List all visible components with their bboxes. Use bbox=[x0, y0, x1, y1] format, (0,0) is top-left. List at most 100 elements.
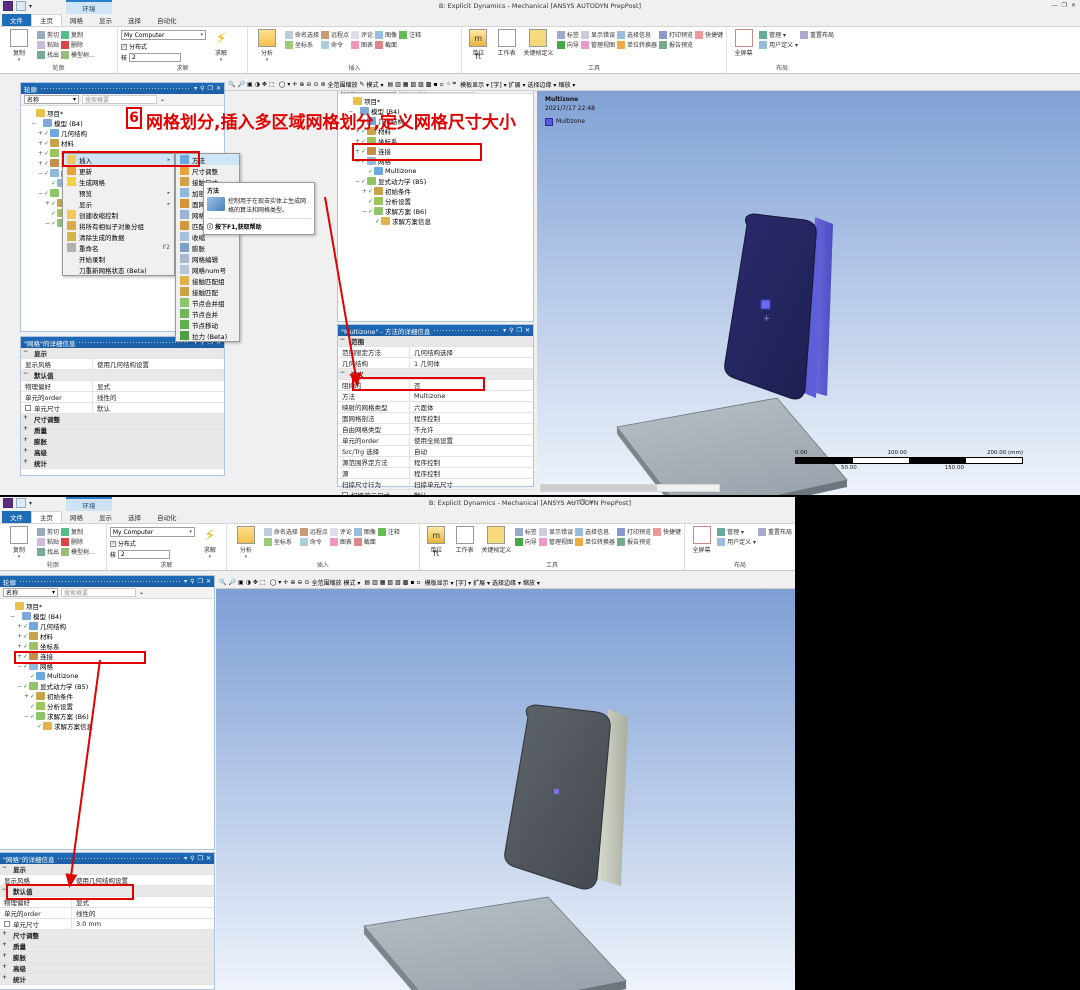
property-row[interactable]: 单元的order 线性的 bbox=[21, 392, 224, 403]
expand-collapse-icon[interactable]: + bbox=[0, 952, 9, 962]
property-group-header[interactable]: − 显示 bbox=[21, 348, 224, 359]
graphics-toolbar-item-2[interactable]: [字] ▾ bbox=[491, 80, 507, 89]
property-group-header[interactable]: + 膨胀 bbox=[0, 952, 214, 963]
tab-file[interactable]: 文件 bbox=[2, 14, 31, 26]
fit-icon[interactable]: ◯ bbox=[279, 81, 286, 88]
property-value[interactable]: 自动 bbox=[410, 446, 533, 456]
cores-input[interactable]: 2 bbox=[129, 53, 182, 62]
menu-item[interactable]: 网格编辑 bbox=[176, 253, 239, 264]
fullscreen-button[interactable]: 全屏幕 bbox=[730, 28, 757, 57]
bottom-distributed-checkbox[interactable]: ✓ 分布式 bbox=[109, 539, 195, 548]
property-row[interactable]: 单元的order 线性的 bbox=[0, 908, 214, 919]
expand-collapse-icon[interactable]: − bbox=[0, 864, 9, 874]
graphics-toolbar-top[interactable]: 🔍 🔎 ▣ ◑ ✥ ⬚ ◯ ▾ ✛ ⊕ ⊖ ⊙ ⊛ 全范围缩放 ✎ 模式 ▾ ▤… bbox=[225, 78, 1080, 91]
coordinate-system-button[interactable]: 坐标系 bbox=[285, 40, 319, 49]
graphics-toolbar-item-5[interactable]: 缩放 ▾ bbox=[558, 80, 575, 89]
bottom-tag-button[interactable]: 标签 bbox=[514, 527, 537, 536]
property-value[interactable]: 程序控制 bbox=[410, 468, 533, 478]
tree-expander-icon[interactable]: − bbox=[354, 178, 361, 185]
view-icon-5[interactable]: ▨ bbox=[418, 81, 424, 88]
details-grid-left[interactable]: − 显示 显示风格 使用几何结构设置 − 默认值 物理偏好 显式 单元的order 线性的 单元尺寸… bbox=[21, 348, 224, 469]
property-value[interactable]: 六面体 bbox=[410, 402, 533, 412]
copy-button[interactable]: 复制 ▾ bbox=[3, 28, 35, 63]
tree-node[interactable]: ✓ 求解方案信息 bbox=[2, 721, 214, 731]
bottom-find-button[interactable]: 找出 bbox=[37, 547, 59, 556]
bottom-outline-filter-bar[interactable]: 名称 ▾ 搜索概要 ⌄ bbox=[0, 587, 214, 599]
viewport-3d-top[interactable]: Multizone 2021/7/17 22:48 Multizone + 0.… bbox=[537, 78, 1080, 495]
zoom-out-icon[interactable]: 🔎 bbox=[228, 579, 235, 586]
property-checkbox[interactable] bbox=[4, 921, 10, 927]
annotation-button[interactable]: 注释 bbox=[399, 30, 421, 39]
expand-collapse-icon[interactable]: + bbox=[0, 930, 9, 940]
bottom-tab-selection[interactable]: 选择 bbox=[120, 511, 149, 523]
view-icon-8[interactable]: ▫ bbox=[417, 579, 421, 586]
property-value[interactable]: 程序控制 bbox=[410, 413, 533, 423]
property-row[interactable]: 映射的网格类型 六面体 bbox=[338, 402, 533, 413]
unit-converter-button[interactable]: 单位转换器 bbox=[616, 40, 657, 49]
bottom-analysis-button[interactable]: 分析 ▾ bbox=[230, 525, 262, 560]
box-select-icon[interactable]: ▣ bbox=[238, 579, 244, 586]
solve-caret-icon[interactable]: ▾ bbox=[209, 554, 212, 560]
panel-pin-icon[interactable]: ⚲ bbox=[190, 855, 194, 862]
property-row[interactable]: 显示风格 使用几何结构设置 bbox=[21, 359, 224, 370]
property-value[interactable]: 使用全局设置 bbox=[410, 435, 533, 445]
cores-field[interactable]: 核 2 bbox=[121, 53, 206, 62]
bottom-chart-button[interactable]: 图表 bbox=[329, 537, 352, 546]
property-checkbox[interactable] bbox=[342, 492, 348, 495]
bottom-model-tree-button[interactable]: 模型树… bbox=[61, 547, 95, 556]
view-icon-2[interactable]: ▥ bbox=[372, 579, 378, 586]
menu-item[interactable]: 接触匹配 bbox=[176, 286, 239, 297]
axis-icon[interactable]: ✛ bbox=[283, 579, 288, 586]
tree-expander-icon[interactable]: + bbox=[16, 643, 23, 650]
bottom-delete-button[interactable]: 删除 bbox=[61, 537, 95, 546]
view-icon-4[interactable]: ▧ bbox=[410, 81, 416, 88]
bottom-cut-button[interactable]: 剪切 bbox=[37, 527, 59, 536]
copy-caret-icon[interactable]: ▾ bbox=[18, 554, 21, 560]
bottom-context-tab-environment[interactable]: 环境 bbox=[66, 497, 112, 511]
property-value[interactable]: Multizone bbox=[410, 391, 533, 401]
remote-point-button[interactable]: 远程点 bbox=[321, 30, 349, 39]
panel-restore-icon[interactable]: ❐ bbox=[208, 85, 213, 92]
bottom-toolbar-item-0[interactable]: 模式 ▾ bbox=[343, 578, 360, 587]
analysis-caret-icon[interactable]: ▾ bbox=[245, 554, 248, 560]
bottom-units-button[interactable]: m ft 单位 bbox=[423, 525, 449, 558]
property-row[interactable]: 源范围界定方法 程序控制 bbox=[338, 457, 533, 468]
zoom-in-icon[interactable]: 🔍 bbox=[219, 579, 226, 586]
maximize-icon[interactable]: ❐ bbox=[579, 499, 586, 506]
tree-node[interactable]: +✓坐标系 bbox=[2, 641, 214, 651]
property-group-header[interactable]: − 显示 bbox=[0, 864, 214, 875]
tab-selection[interactable]: 选择 bbox=[120, 14, 149, 26]
bottom-toolbar-item-2[interactable]: [字] ▾ bbox=[456, 578, 472, 587]
bottom-toolbar-item-1[interactable]: 模板显示 ▾ bbox=[425, 578, 454, 587]
tree-expander-icon[interactable]: + bbox=[37, 160, 44, 167]
bottom-remote-point-button[interactable]: 远程点 bbox=[299, 527, 328, 536]
panel-menu-icon[interactable]: ▾ bbox=[184, 578, 187, 585]
bottom-tab-home[interactable]: 主页 bbox=[31, 511, 62, 523]
tree-expander-icon[interactable]: + bbox=[23, 693, 30, 700]
zoom-out-icon[interactable]: 🔎 bbox=[237, 81, 244, 88]
wizard-button[interactable]: 向导 bbox=[556, 40, 579, 49]
graphics-toolbar-item-3[interactable]: 扩展 ▾ bbox=[509, 80, 526, 89]
view-icon-4[interactable]: ▧ bbox=[387, 579, 393, 586]
menu-item[interactable]: 节点合并组 bbox=[176, 297, 239, 308]
bottom-print-preview-button[interactable]: 打印预览 bbox=[616, 527, 651, 536]
menu-item[interactable]: 膨胀 bbox=[176, 242, 239, 253]
tree-node[interactable]: + ✓ 材料 bbox=[2, 631, 214, 641]
bottom-solve-button[interactable]: ⚡ 求解 ▾ bbox=[197, 525, 223, 560]
tree-expander-icon[interactable]: − bbox=[30, 120, 37, 127]
property-group-header[interactable]: + 尺寸调整 bbox=[21, 414, 224, 425]
graphics-toolbar-fit-label[interactable]: 全范围缩放 bbox=[327, 80, 357, 89]
outline-filter-bar[interactable]: 名称 ▾ 搜索概要 ⌄ bbox=[21, 94, 224, 106]
property-row[interactable]: 单元的order 使用全局设置 bbox=[338, 435, 533, 446]
view-icon-1[interactable]: ▤ bbox=[387, 81, 393, 88]
bottom-tab-file[interactable]: 文件 bbox=[2, 511, 31, 523]
menu-item[interactable]: 清除生成的数据 bbox=[63, 231, 174, 242]
shortcut-button[interactable]: 快捷键 bbox=[694, 30, 723, 39]
expand-collapse-icon[interactable]: + bbox=[21, 414, 30, 424]
bottom-ribbon-tab-row[interactable]: 文件 主页 网格 显示 选择 自动化 bbox=[0, 511, 795, 524]
panel-menu-icon[interactable]: ▾ bbox=[184, 855, 187, 862]
property-group-header[interactable]: + 统计 bbox=[0, 974, 214, 985]
property-value[interactable]: 3.0 mm bbox=[72, 919, 214, 929]
menu-item[interactable]: 节点移动 bbox=[176, 319, 239, 330]
property-row[interactable]: 面网格剖法 程序控制 bbox=[338, 413, 533, 424]
